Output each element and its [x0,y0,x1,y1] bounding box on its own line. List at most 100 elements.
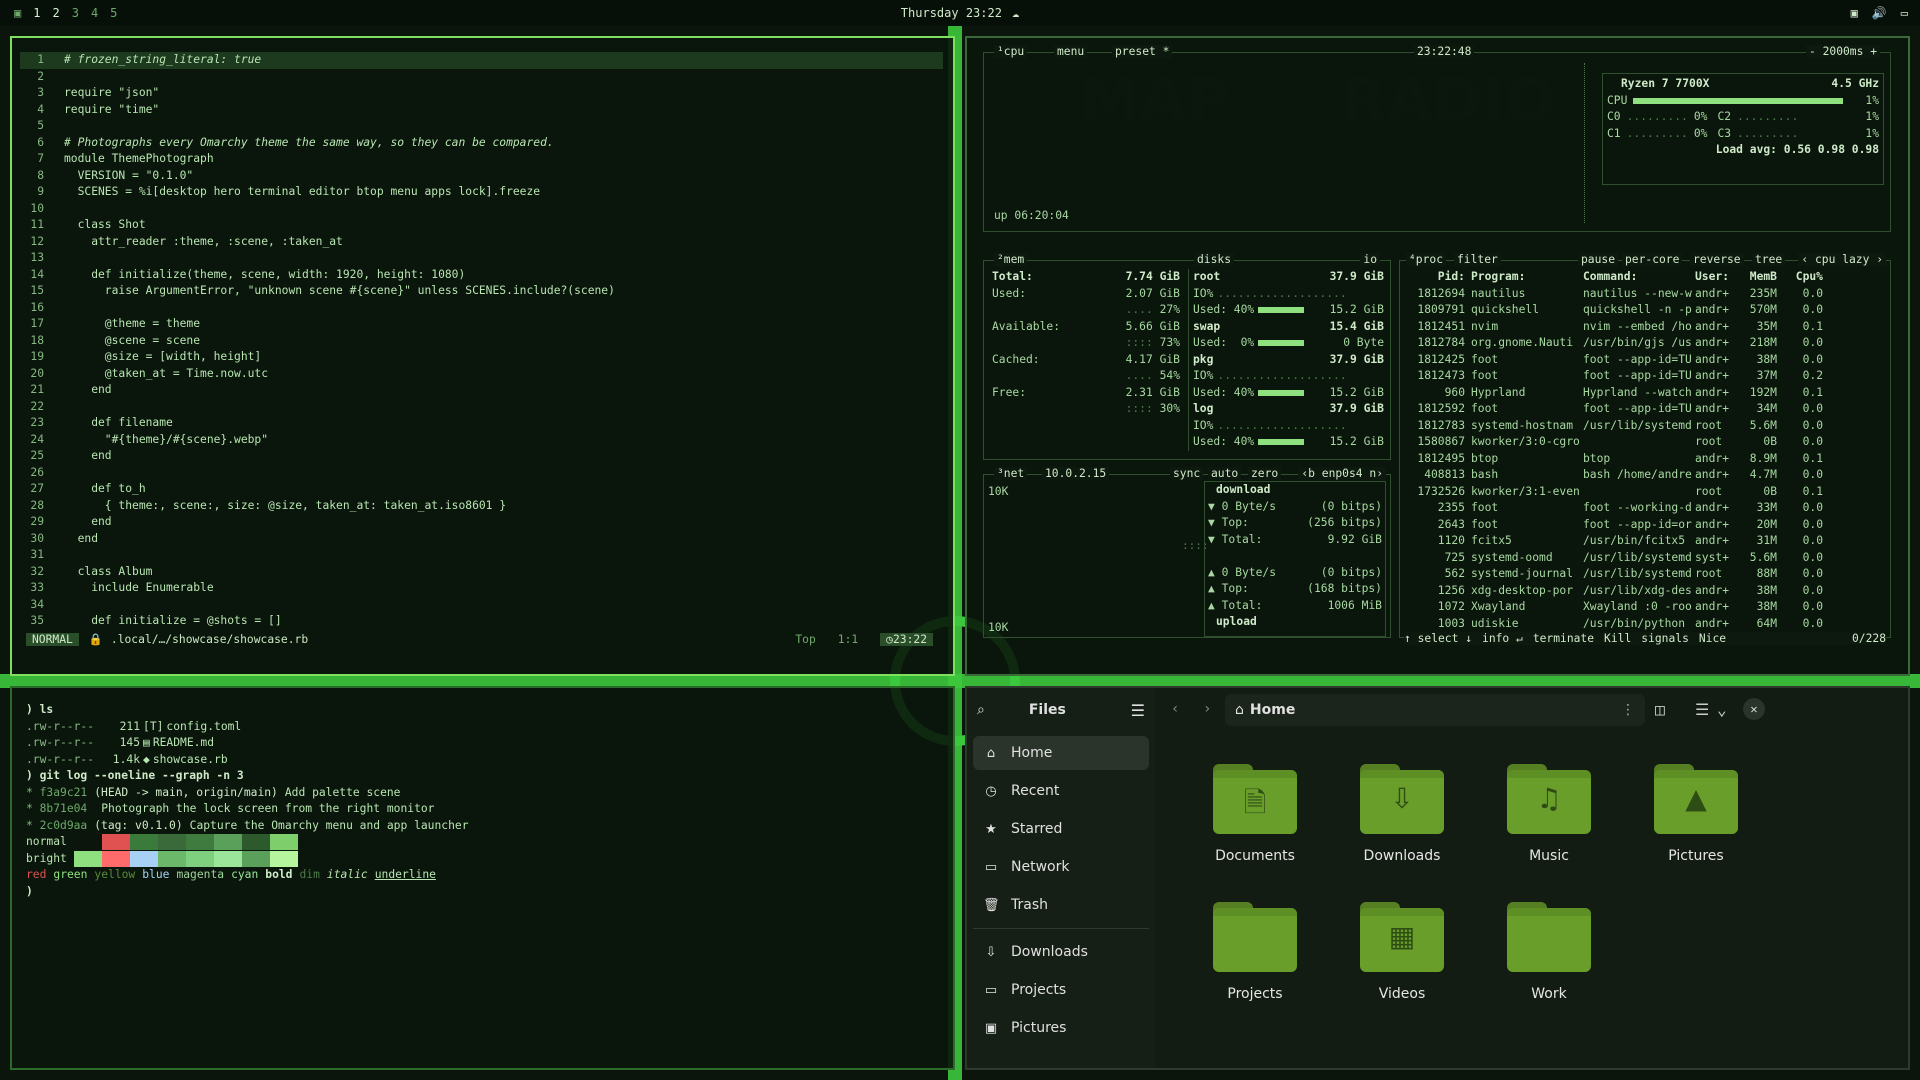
sidebar-item-downloads[interactable]: ⇩ Downloads [973,935,1149,969]
proc-per-core[interactable]: per-core [1622,253,1683,266]
process-row[interactable]: 1256 xdg-desktop-por/usr/lib/xdg-desktand… [1404,583,1886,600]
sidebar-item-starred[interactable]: ★ Starred [973,812,1149,846]
process-row[interactable]: 1732526 kworker/3:1-even root 0B 0.1 [1404,484,1886,501]
sidebar-item-home[interactable]: ⌂ Home [973,736,1149,770]
process-row[interactable]: 1812592 foot foot --app-id=TUI.andr+ 34M 0.0 [1404,401,1886,418]
btop-window[interactable]: ¹cpu menu preset * 23:22:48 - 2000ms + R… [965,36,1910,676]
prompt[interactable]: ) [26,884,33,901]
folder-item[interactable]: ⇩ Downloads [1332,764,1472,864]
code-line[interactable]: 2 [20,69,943,86]
workspace-5[interactable]: 5 [110,6,117,20]
code-line[interactable]: 32 class Album [20,564,943,581]
net-auto[interactable]: auto [1208,467,1242,480]
location-menu-icon[interactable]: ⋮ [1621,702,1635,718]
process-row[interactable]: 960 Hyprland Hyprland --watchdoandr+ 192M 0.… [1404,385,1886,402]
monitor-icon[interactable]: ▭ [1901,6,1908,20]
proc-tree[interactable]: tree [1752,253,1786,266]
search-icon[interactable]: ⌕ [977,702,985,718]
io-toggle[interactable]: io [1360,253,1380,266]
code-line[interactable]: 25 end [20,448,943,465]
sidebar-item-projects[interactable]: ▭ Projects [973,973,1149,1007]
process-row[interactable]: 725 systemd-oomd/usr/lib/systemd/ssyst+ 5.… [1404,550,1886,567]
net-title[interactable]: ³net [994,467,1028,480]
close-icon[interactable]: ✕ [1743,698,1765,720]
net-zero[interactable]: zero [1248,467,1282,480]
code-line[interactable]: 9 SCENES = %i[desktop hero terminal edit… [20,184,943,201]
editor-buffer[interactable]: 1 # frozen_string_literal: true 2 3 require … [20,52,943,630]
workspace-3[interactable]: 3 [72,6,79,20]
forward-icon[interactable]: › [1203,701,1211,717]
preset-button[interactable]: preset * [1112,45,1173,58]
code-line[interactable]: 10 [20,201,943,218]
proc-header[interactable]: Cpu% [1780,269,1826,286]
code-line[interactable]: 24 "#{theme}/#{scene}.webp" [20,432,943,449]
code-line[interactable]: 26 [20,465,943,482]
code-line[interactable]: 14 def initialize(theme, scene, width: 1… [20,267,943,284]
files-window[interactable]: ⌕ Files ☰ ⌂ Home ◷ Recent ★ Starred ▭ Network 🗑 T… [965,686,1910,1070]
process-row[interactable]: 1812783 systemd-hostnam/usr/lib/systemd/s… [1404,418,1886,435]
code-line[interactable]: 11 class Shot [20,217,943,234]
net-interface[interactable]: ‹b enp0s4 n› [1298,467,1386,480]
code-line[interactable]: 17 @theme = theme [20,316,943,333]
list-view-icon[interactable]: ☰ [1695,700,1709,719]
sidebar-item-network[interactable]: ▭ Network [973,850,1149,884]
mem-title[interactable]: ²mem [994,253,1028,266]
process-row[interactable]: 1812451 nvim nvim --embed /homeandr+ 35M 0.1 [1404,319,1886,336]
code-line[interactable]: 30 end [20,531,943,548]
back-icon[interactable]: ‹ [1171,701,1179,717]
code-line[interactable]: 19 @size = [width, height] [20,349,943,366]
process-row[interactable]: 1120 fcitx5/usr/bin/fcitx5 --andr+ 31M 0.0 [1404,533,1886,550]
code-line[interactable]: 20 @taken_at = Time.now.utc [20,366,943,383]
code-line[interactable]: 23 def filename [20,415,943,432]
code-line[interactable]: 35 def initialize = @shots = [] [20,613,943,630]
workspace-4[interactable]: 4 [91,6,98,20]
proc-header[interactable]: User: [1692,269,1742,286]
cpu-title[interactable]: ¹cpu [994,45,1028,58]
code-line[interactable]: 31 [20,547,943,564]
proc-header[interactable]: Program: [1468,269,1580,286]
code-line[interactable]: 3 require "json" [20,85,943,102]
folder-item[interactable]: ▲ Pictures [1626,764,1766,864]
process-row[interactable]: 408813 bash bash /home/andreasandr+ 4.7M 0.0 [1404,467,1886,484]
process-row[interactable]: 1580867 kworker/3:0-cgro root 0B 0.0 [1404,434,1886,451]
process-row[interactable]: 1072 Xwayland Xwayland :0 -rootlandr+ 38M 0.… [1404,599,1886,616]
kill-hint[interactable]: Kill [1604,632,1631,645]
folder-item[interactable]: 🗎 Documents [1185,764,1325,864]
code-line[interactable]: 27 def to_h [20,481,943,498]
cloud-icon[interactable]: ☁ [1012,6,1019,20]
screenshot-icon[interactable]: ◫ [1655,700,1665,719]
code-line[interactable]: 7 module ThemePhotograph [20,151,943,168]
net-sync[interactable]: sync [1170,467,1204,480]
code-line[interactable]: 18 @scene = scene [20,333,943,350]
process-row[interactable]: 1812694 nautilus nautilus --new-winandr+ 23… [1404,286,1886,303]
code-line[interactable]: 6 # Photographs every Omarchy theme the s… [20,135,943,152]
process-row[interactable]: 1812425 foot foot --app-id=TUI.andr+ 38M 0.0 [1404,352,1886,369]
sidebar-item-recent[interactable]: ◷ Recent [973,774,1149,808]
process-row[interactable]: 2355 foot foot --working-dirandr+ 33M 0.0 [1404,500,1886,517]
volume-icon[interactable]: 🔊 [1872,6,1887,20]
proc-filter[interactable]: filter [1454,253,1501,266]
code-line[interactable]: 29 end [20,514,943,531]
proc-header[interactable]: MemB [1742,269,1780,286]
code-line[interactable]: 13 [20,250,943,267]
terminal-output[interactable]: ) ls .rw-r--r-- 211 [T] config.toml .rw-r--r-… [26,702,943,900]
code-line[interactable]: 4 require "time" [20,102,943,119]
process-list[interactable]: Pid: Program: Command: User: MemB Cpu% 1812694… [1404,269,1886,632]
workspace-1[interactable]: 1 [33,6,40,20]
code-line[interactable]: 5 [20,118,943,135]
info-hint[interactable]: info ↵ [1482,632,1523,645]
proc-title[interactable]: ⁴proc [1406,253,1447,266]
disks-title[interactable]: disks [1194,253,1235,266]
location-bar[interactable]: ⌂ Home ⋮ [1225,694,1645,726]
workspace-2[interactable]: 2 [52,6,59,20]
proc-pause[interactable]: pause [1578,253,1619,266]
proc-reverse[interactable]: reverse [1690,253,1744,266]
terminate-hint[interactable]: terminate [1533,632,1594,645]
process-row[interactable]: 1812495 btop btop andr+ 8.9M 0.1 [1404,451,1886,468]
process-row[interactable]: 1812784 org.gnome.Nauti/usr/bin/gjs /usr/… [1404,335,1886,352]
code-line[interactable]: 21 end [20,382,943,399]
proc-header[interactable]: Command: [1580,269,1692,286]
sidebar-item-trash[interactable]: 🗑 Trash [973,888,1149,922]
code-line[interactable]: 34 [20,597,943,614]
code-line[interactable]: 15 raise ArgumentError, "unknown scene #… [20,283,943,300]
